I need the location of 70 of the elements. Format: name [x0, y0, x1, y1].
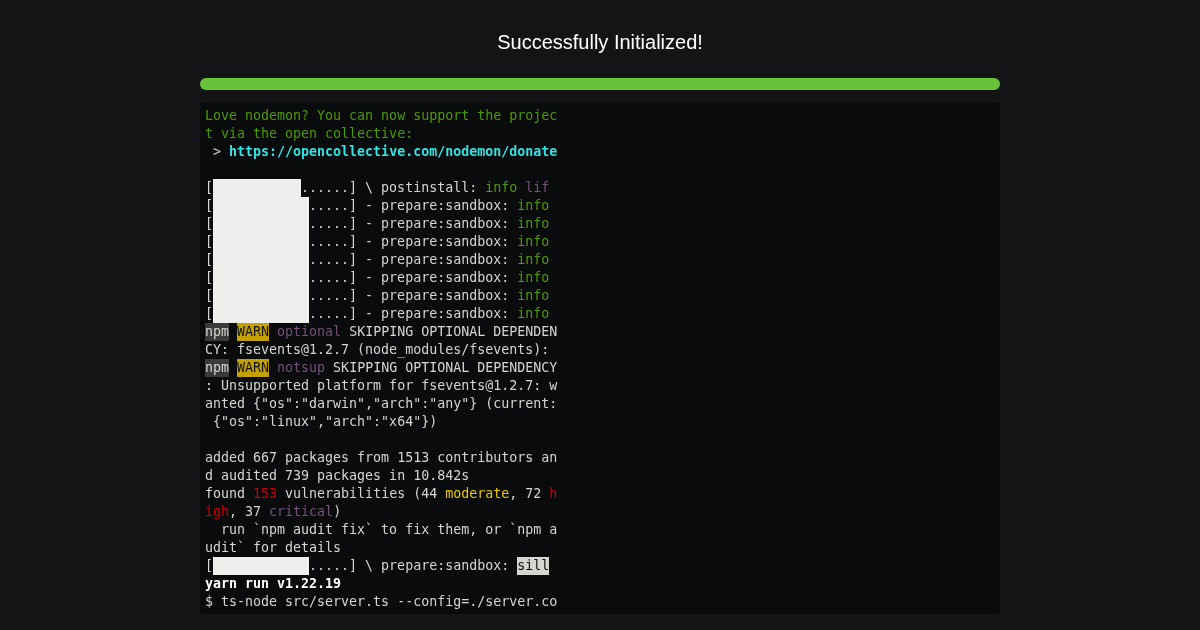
- terminal-text: SKIPPING OPTIONAL DEPENDEN: [348, 323, 558, 341]
- terminal-text: : Unsupported platform for fsevents@1.2.7: w: [205, 377, 558, 395]
- terminal-text: lif: [524, 179, 550, 197]
- terminal-text: info: [516, 269, 550, 287]
- terminal-text: added 667 packages from 1513 contributors an: [205, 449, 558, 467]
- terminal-text: CY: fsevents@1.2.7 (node_modules/fsevents):: [205, 341, 550, 359]
- terminal-text: found: [205, 485, 246, 503]
- terminal-text: - prepare:sandbox:: [364, 233, 510, 251]
- terminal-text: - prepare:sandbox:: [364, 251, 510, 269]
- terminal-text: [: [205, 269, 213, 287]
- terminal-text: - prepare:sandbox:: [364, 305, 510, 323]
- terminal-text: ): [333, 503, 342, 521]
- terminal-text: info: [516, 197, 550, 215]
- terminal-text: info: [516, 251, 550, 269]
- terminal-text: .....]: [309, 305, 358, 323]
- terminal-text: WARN: [237, 323, 270, 341]
- terminal-text: h: [548, 485, 558, 503]
- terminal-text: .....]: [309, 233, 358, 251]
- terminal-text: Love nodemon? You can now support the projec: [205, 107, 558, 125]
- terminal-text: ......]: [301, 179, 358, 197]
- terminal-text: d audited 739 packages in 10.842s: [205, 467, 470, 485]
- terminal-text: >: [212, 143, 221, 161]
- terminal-text: .....]: [309, 557, 358, 575]
- terminal-text: - prepare:sandbox:: [364, 287, 510, 305]
- terminal-text: \ prepare:sandbox:: [364, 557, 510, 575]
- terminal-text: vulnerabilities (44: [284, 485, 438, 503]
- terminal-text: yarn run v1.22.19: [205, 575, 342, 593]
- terminal-text: - prepare:sandbox:: [364, 269, 510, 287]
- terminal-text: critical: [268, 503, 334, 521]
- terminal-text: optional: [276, 323, 342, 341]
- terminal-text: [: [205, 197, 213, 215]
- terminal-text: info: [516, 305, 550, 323]
- terminal-text: notsup: [276, 359, 326, 377]
- terminal-text: .....]: [309, 251, 358, 269]
- terminal-text: info: [516, 215, 550, 233]
- terminal-text: udit` for details: [205, 539, 342, 557]
- terminal-text: igh: [205, 503, 230, 521]
- terminal-text: info: [516, 233, 550, 251]
- terminal-text: [: [205, 179, 213, 197]
- terminal-text: run `npm audit fix` to fix them, or `npm a: [220, 521, 558, 539]
- terminal-text: [: [205, 557, 213, 575]
- terminal-text: WARN: [237, 359, 270, 377]
- terminal-text: t via the open collective:: [205, 125, 414, 143]
- terminal-text: $ ts-node src/server.ts --config=./server.co: [205, 593, 558, 611]
- terminal-text: .....]: [309, 287, 358, 305]
- terminal-text: .....]: [309, 269, 358, 287]
- page-title: Successfully Initialized!: [497, 30, 703, 55]
- terminal-text: moderate: [444, 485, 510, 503]
- terminal-text: sill: [517, 557, 550, 575]
- terminal-text: , 72: [509, 485, 542, 503]
- terminal-text: [: [205, 215, 213, 233]
- terminal-text: .....]: [309, 197, 358, 215]
- terminal-text: , 37: [229, 503, 262, 521]
- terminal-text: - prepare:sandbox:: [364, 197, 510, 215]
- terminal-text: anted {"os":"darwin","arch":"any"} (current:: [205, 395, 558, 413]
- terminal-text: [: [205, 287, 213, 305]
- terminal-text: [: [205, 251, 213, 269]
- terminal-text: [: [205, 233, 213, 251]
- terminal-text: .....]: [309, 215, 358, 233]
- terminal-text: info: [516, 287, 550, 305]
- terminal-text: npm: [205, 323, 230, 341]
- terminal-text: - prepare:sandbox:: [364, 215, 510, 233]
- terminal-text: npm: [205, 359, 230, 377]
- terminal-text: info: [484, 179, 518, 197]
- terminal-text: SKIPPING OPTIONAL DEPENDENCY: [332, 359, 558, 377]
- terminal-text: [: [205, 305, 213, 323]
- terminal-text: \ postinstall:: [364, 179, 478, 197]
- terminal-text: {"os":"linux","arch":"x64"}): [212, 413, 438, 431]
- url-link[interactable]: https://opencollective.com/nodemon/donate: [221, 143, 558, 161]
- terminal-text: 153: [252, 485, 278, 503]
